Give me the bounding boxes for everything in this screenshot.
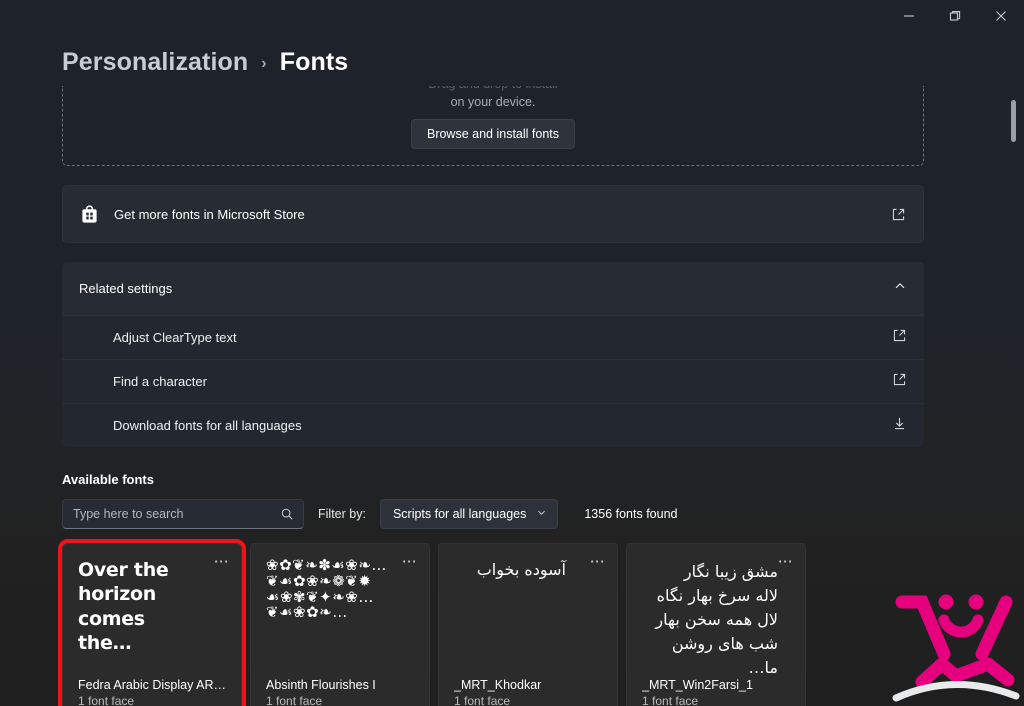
- font-preview: آسوده بخواب: [454, 558, 602, 678]
- page-title: Fonts: [279, 48, 349, 76]
- get-more-fonts-label: Get more fonts in Microsoft Store: [114, 206, 305, 222]
- search-input[interactable]: [73, 507, 275, 521]
- minimize-button[interactable]: [886, 0, 932, 32]
- font-preview-row: لال همه سخن بهار: [655, 610, 778, 629]
- script-filter-dropdown[interactable]: Scripts for all languages: [379, 499, 559, 529]
- dropzone-subtext: on your device.: [450, 95, 536, 109]
- search-box[interactable]: [62, 499, 304, 529]
- download-icon: [892, 416, 907, 436]
- store-bag-icon: [80, 204, 114, 224]
- font-card-grid: ⋯ Over the horizon comes the… Fedra Arab…: [58, 539, 924, 706]
- font-preview-row: مشق زیبا نگار: [683, 562, 778, 581]
- font-preview-row: ❀✿❦❧✽☙❀❧…: [266, 558, 387, 574]
- font-preview-row: شب های روشن ما…: [671, 634, 778, 677]
- font-preview-text: Over the horizon comes the…: [78, 559, 169, 654]
- font-preview: Over the horizon comes the…: [78, 558, 226, 678]
- chevron-down-icon: [536, 507, 547, 521]
- related-settings-header[interactable]: Related settings: [62, 262, 924, 315]
- font-face-count: 1 font face: [454, 694, 511, 706]
- font-face-count: 1 font face: [78, 694, 135, 706]
- font-name: _MRT_Khodkar: [454, 678, 542, 692]
- related-setting-download-fonts[interactable]: Download fonts for all languages: [62, 403, 924, 447]
- font-preview-row: ❦☙✿❀❧❁❦✹: [266, 573, 372, 590]
- more-options-icon[interactable]: ⋯: [402, 554, 418, 569]
- font-preview-row: ❦☙❀✿❧…: [266, 605, 348, 621]
- font-card-footer: _MRT_Khodkar 1 font face: [454, 678, 602, 706]
- breadcrumb-separator-icon: ›: [261, 55, 267, 72]
- font-preview-row: لاله سرخ بهار نگاه: [656, 586, 778, 605]
- font-preview-row: ☙❀✾❦✦❧❀…: [266, 589, 374, 606]
- font-preview: ❀✿❦❧✽☙❀❧… ❦☙✿❀❧❁❦✹ ☙❀✾❦✦❧❀… ❦☙❀✿❧…: [266, 558, 414, 678]
- dropzone-clipped-text: Drag and drop to install: [63, 86, 923, 91]
- font-preview: مشق زیبا نگار لاله سرخ بهار نگاه لال همه…: [642, 558, 790, 678]
- breadcrumb-parent[interactable]: Personalization: [62, 48, 248, 77]
- font-card-footer: Fedra Arabic Display AR+LT 1 font face: [78, 678, 226, 706]
- font-card-footer: _MRT_Win2Farsi_1 1 font face: [642, 678, 790, 706]
- browse-and-install-fonts-button[interactable]: Browse and install fonts: [410, 119, 575, 149]
- search-icon[interactable]: [280, 507, 294, 521]
- external-link-icon: [892, 328, 907, 348]
- font-card-fedra-arabic-display[interactable]: ⋯ Over the horizon comes the… Fedra Arab…: [58, 539, 246, 706]
- font-card-absinth-flourishes[interactable]: ⋯ ❀✿❦❧✽☙❀❧… ❦☙✿❀❧❁❦✹ ☙❀✾❦✦❧❀… ❦☙❀✿❧… Abs…: [250, 543, 430, 706]
- related-setting-label: Adjust ClearType text: [113, 330, 237, 345]
- related-setting-adjust-cleartype[interactable]: Adjust ClearType text: [62, 315, 924, 359]
- font-face-count: 1 font face: [266, 694, 323, 706]
- related-settings-list: Adjust ClearType text Find a character D…: [62, 315, 924, 447]
- font-name: Fedra Arabic Display AR+LT: [78, 678, 226, 692]
- related-settings-title: Related settings: [79, 281, 173, 296]
- settings-content: Drag and drop to install on your device.…: [58, 86, 924, 706]
- font-card-footer: Absinth Flourishes I 1 font face: [266, 678, 414, 706]
- font-name: Absinth Flourishes I: [266, 678, 376, 692]
- scrollbar-thumb[interactable]: [1011, 100, 1016, 142]
- available-fonts-heading: Available fonts: [62, 472, 154, 487]
- related-settings-card: Related settings Adjust ClearType text F…: [62, 262, 924, 447]
- font-card-mrt-win2farsi[interactable]: ⋯ مشق زیبا نگار لاله سرخ بهار نگاه لال ه…: [626, 543, 806, 706]
- more-options-icon[interactable]: ⋯: [778, 554, 794, 569]
- title-bar: [0, 0, 1024, 32]
- external-link-icon: [892, 372, 907, 392]
- related-setting-find-a-character[interactable]: Find a character: [62, 359, 924, 403]
- more-options-icon[interactable]: ⋯: [590, 554, 606, 569]
- fonts-filter-bar: Filter by: Scripts for all languages 135…: [62, 499, 924, 529]
- font-preview-text: آسوده بخواب: [476, 560, 566, 579]
- filter-by-label: Filter by:: [318, 507, 366, 521]
- font-face-count: 1 font face: [642, 694, 699, 706]
- related-setting-label: Download fonts for all languages: [113, 418, 302, 433]
- fonts-found-count: 1356 fonts found: [584, 507, 678, 521]
- font-name: _MRT_Win2Farsi_1: [642, 678, 753, 692]
- related-setting-label: Find a character: [113, 374, 207, 389]
- get-more-fonts-card[interactable]: Get more fonts in Microsoft Store: [62, 185, 924, 243]
- chevron-up-icon[interactable]: [893, 279, 907, 298]
- breadcrumb: Personalization › Fonts: [62, 48, 348, 77]
- close-button[interactable]: [978, 0, 1024, 32]
- install-fonts-dropzone[interactable]: Drag and drop to install on your device.…: [62, 86, 924, 166]
- font-card-mrt-khodkar[interactable]: ⋯ آسوده بخواب _MRT_Khodkar 1 font face: [438, 543, 618, 706]
- page-scrollbar[interactable]: [1008, 34, 1020, 702]
- restore-button[interactable]: [932, 0, 978, 32]
- script-filter-value: Scripts for all languages: [392, 507, 527, 521]
- get-more-fonts-row[interactable]: Get more fonts in Microsoft Store: [63, 186, 923, 242]
- more-options-icon[interactable]: ⋯: [214, 554, 230, 569]
- external-link-icon: [891, 207, 906, 222]
